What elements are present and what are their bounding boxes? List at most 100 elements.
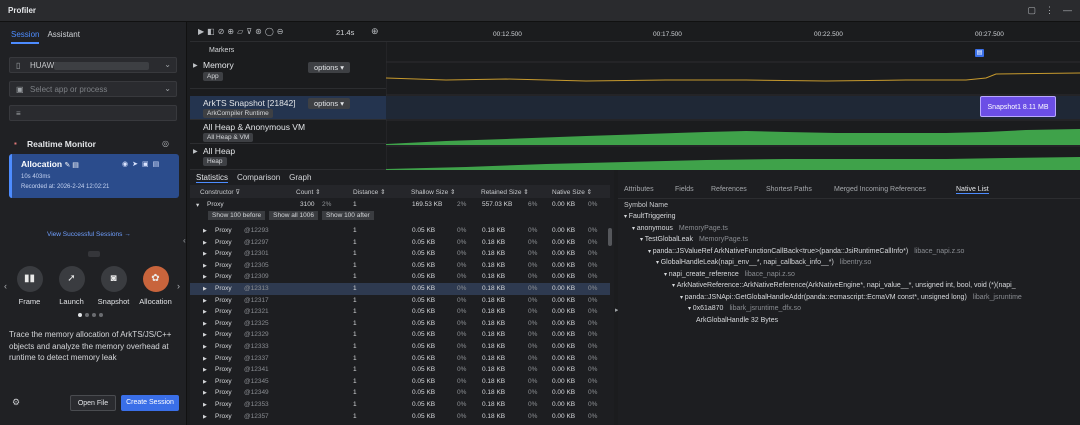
expand-icon[interactable]: ▶ xyxy=(203,263,207,269)
table-row[interactable]: ▶ Proxy @12337 1 0.05 KB 0% 0.18 KB 0% 0.00 KB 0% xyxy=(190,353,610,365)
open-file-button[interactable]: Open File xyxy=(70,395,116,411)
row-shallow: 0.05 KB xyxy=(412,412,436,420)
options-dropdown[interactable]: options ▾ xyxy=(308,98,351,109)
table-row[interactable]: ▶ Proxy @12317 1 0.05 KB 0% 0.18 KB 0% 0.00 KB 0% xyxy=(190,295,610,307)
tab-native-2[interactable]: References xyxy=(711,186,747,193)
expand-icon[interactable]: ▶ xyxy=(193,62,198,69)
options-dropdown[interactable]: options ▾ xyxy=(308,62,351,73)
edit-icon[interactable]: ✎ ▤ xyxy=(64,162,78,169)
expand-icon[interactable]: ▶ xyxy=(203,402,207,408)
table-row[interactable]: ▶ Proxy @12313 1 0.05 KB 0% 0.18 KB 0% 0.00 KB 0% xyxy=(190,283,610,295)
expand-icon[interactable]: ▶ xyxy=(203,332,207,338)
expand-icon[interactable]: ▶ xyxy=(203,309,207,315)
session-card[interactable]: ◉➤▣▤ Allocation ✎ ▤ 10s 403ms Recorded a… xyxy=(9,154,179,198)
expand-icon[interactable]: ▶ xyxy=(203,321,207,327)
expand-icon[interactable]: ▶ xyxy=(203,414,207,420)
col-native[interactable]: Native Size ⇕ xyxy=(552,188,592,196)
tab-native-3[interactable]: Shortest Paths xyxy=(766,186,812,193)
col-distance[interactable]: Distance ⇕ xyxy=(353,188,386,196)
expand-icon[interactable]: ▶ xyxy=(203,298,207,304)
expand-icon[interactable]: ▶ xyxy=(203,344,207,350)
tab-comparison[interactable]: Comparison xyxy=(237,173,280,183)
app-select[interactable]: ▣ Select app or process ⌄ xyxy=(9,81,177,97)
table-row[interactable]: ▶ Proxy @12357 1 0.05 KB 0% 0.18 KB 0% 0.00 KB 0% xyxy=(190,411,610,423)
view-sessions-link[interactable]: View Successful Sessions → xyxy=(47,231,131,238)
table-row[interactable]: ▶ Proxy @12293 1 0.05 KB 0% 0.18 KB 0% 0.00 KB 0% xyxy=(190,225,610,237)
monitor-settings-icon[interactable]: ◎ xyxy=(162,139,169,148)
expand-icon[interactable]: ▶ xyxy=(203,286,207,292)
show-before-button[interactable]: Show 100 before xyxy=(208,211,266,220)
expand-icon[interactable]: ▶ xyxy=(193,148,198,155)
symbol-row[interactable]: ▾ panda::JSValueRef ArkNativeFunctionCal… xyxy=(648,248,964,255)
expand-icon[interactable]: ▶ xyxy=(203,379,207,385)
row-allheap-vm[interactable]: All Heap & Anonymous VM All Heap & VM xyxy=(190,121,386,144)
symbol-row[interactable]: ArkGlobalHandle 32 Bytes xyxy=(696,317,778,324)
tool-frame[interactable]: ▮▮ Frame xyxy=(13,266,46,306)
show-all-button[interactable]: Show all 1006 xyxy=(269,211,318,220)
chevron-left-icon[interactable]: ‹ xyxy=(4,281,7,291)
collapse-icon[interactable]: ▾ xyxy=(196,201,199,209)
symbol-row[interactable]: ▾ anonymous MemoryPage.ts xyxy=(632,225,728,232)
device-select[interactable]: ▯ HUAWEI ⌄ xyxy=(9,57,177,73)
session-action-icons[interactable]: ◉➤▣▤ xyxy=(122,160,163,168)
expand-icon[interactable]: ▶ xyxy=(203,240,207,246)
row-memory[interactable]: ▶ Memory App options ▾ xyxy=(190,56,386,89)
panel-toggle-icon[interactable]: ‹ xyxy=(183,236,186,245)
symbol-row[interactable]: ▾ panda::JSNApi::GetGlobalHandleAddr(pan… xyxy=(680,294,1022,301)
tool-snapshot[interactable]: ◙ Snapshot xyxy=(97,266,130,306)
col-count[interactable]: Count ⇕ xyxy=(296,188,321,196)
table-row[interactable]: ▶ Proxy @12305 1 0.05 KB 0% 0.18 KB 0% 0.00 KB 0% xyxy=(190,260,610,272)
col-constructor[interactable]: Constructor ⊽ xyxy=(200,188,240,196)
table-row[interactable]: ▶ Proxy @12333 1 0.05 KB 0% 0.18 KB 0% 0.00 KB 0% xyxy=(190,341,610,353)
scrollbar-thumb[interactable] xyxy=(608,228,612,246)
expand-icon[interactable]: ▶ xyxy=(203,367,207,373)
symbol-row[interactable]: ▾ ArkNativeReference::ArkNativeReference… xyxy=(672,282,1016,289)
tab-native-4[interactable]: Merged Incoming References xyxy=(834,186,926,193)
symbol-row[interactable]: ▾ FaultTriggering xyxy=(624,213,676,220)
tab-assistant[interactable]: Assistant xyxy=(47,30,79,44)
table-row[interactable]: ▶ Proxy @12321 1 0.05 KB 0% 0.18 KB 0% 0.00 KB 0% xyxy=(190,306,610,318)
table-row[interactable]: ▶ Proxy @12341 1 0.05 KB 0% 0.18 KB 0% 0.00 KB 0% xyxy=(190,364,610,376)
table-row[interactable]: ▶ Proxy @12329 1 0.05 KB 0% 0.18 KB 0% 0.00 KB 0% xyxy=(190,329,610,341)
tab-statistics[interactable]: Statistics xyxy=(196,173,229,183)
show-after-button[interactable]: Show 100 after xyxy=(322,211,374,220)
row-allheap[interactable]: ▶ All Heap Heap xyxy=(190,145,386,170)
symbol-row[interactable]: ▾ GlobalHandleLeak(napi_env__*, napi_cal… xyxy=(656,259,871,266)
tab-session[interactable]: Session xyxy=(11,30,40,44)
gear-icon[interactable]: ⚙ xyxy=(12,397,20,408)
restore-icon[interactable]: ▢ xyxy=(1027,5,1036,16)
tool-launch[interactable]: ➚ Launch xyxy=(55,266,88,306)
symbol-row[interactable]: ▾ TestGlobalLeak MemoryPage.ts xyxy=(640,236,748,243)
symbol-row[interactable]: ▾ napi_create_reference libace_napi.z.so xyxy=(664,271,795,278)
tool-allocation[interactable]: ✿ Allocation xyxy=(139,266,172,306)
table-row[interactable]: ▶ Proxy @12301 1 0.05 KB 0% 0.18 KB 0% 0.00 KB 0% xyxy=(190,248,610,260)
expand-icon[interactable]: ▶ xyxy=(203,228,207,234)
table-row[interactable]: ▶ Proxy @12345 1 0.05 KB 0% 0.18 KB 0% 0.00 KB 0% xyxy=(190,376,610,388)
tab-native-5[interactable]: Native List xyxy=(956,186,989,194)
create-session-button[interactable]: Create Session xyxy=(121,395,179,411)
symbol-row[interactable]: ▾ 0x61a870 libark_jsruntime_dfx.so xyxy=(688,305,801,312)
tab-graph[interactable]: Graph xyxy=(289,173,311,183)
group-row[interactable]: ▾ Proxy 3100 2% 1 169.53 KB 2% 557.03 KB… xyxy=(190,199,610,211)
table-row[interactable]: ▶ Proxy @12325 1 0.05 KB 0% 0.18 KB 0% 0.00 KB 0% xyxy=(190,318,610,330)
table-row[interactable]: ▶ Proxy @12309 1 0.05 KB 0% 0.18 KB 0% 0.00 KB 0% xyxy=(190,271,610,283)
expand-icon[interactable]: ▶ xyxy=(203,356,207,362)
more-icon[interactable]: ⋮ xyxy=(1045,5,1054,16)
table-row[interactable]: ▶ Proxy @12297 1 0.05 KB 0% 0.18 KB 0% 0.00 KB 0% xyxy=(190,237,610,249)
chevron-right-icon[interactable]: › xyxy=(177,281,180,291)
row-arkts-snapshot[interactable]: ArkTS Snapshot [21842] ArkCompiler Runti… xyxy=(190,96,386,120)
table-row[interactable]: ▶ Proxy @12353 1 0.05 KB 0% 0.18 KB 0% 0.00 KB 0% xyxy=(190,399,610,411)
tab-native-0[interactable]: Attributes xyxy=(624,186,654,193)
minimize-icon[interactable]: — xyxy=(1063,5,1072,16)
col-shallow[interactable]: Shallow Size ⇕ xyxy=(411,188,455,196)
expand-icon[interactable]: ▶ xyxy=(203,251,207,257)
snapshot-chip[interactable]: Snapshot1 8.11 MB xyxy=(980,96,1056,117)
col-retained[interactable]: Retained Size ⇕ xyxy=(481,188,529,196)
search-field[interactable]: ≡ xyxy=(9,105,177,121)
expand-icon[interactable]: ▶ xyxy=(203,274,207,280)
collapse-handle[interactable] xyxy=(88,251,100,257)
tab-native-1[interactable]: Fields xyxy=(675,186,694,193)
expand-icon[interactable]: ▶ xyxy=(203,390,207,396)
row-name: Proxy xyxy=(215,331,232,339)
table-row[interactable]: ▶ Proxy @12349 1 0.05 KB 0% 0.18 KB 0% 0.00 KB 0% xyxy=(190,387,610,399)
